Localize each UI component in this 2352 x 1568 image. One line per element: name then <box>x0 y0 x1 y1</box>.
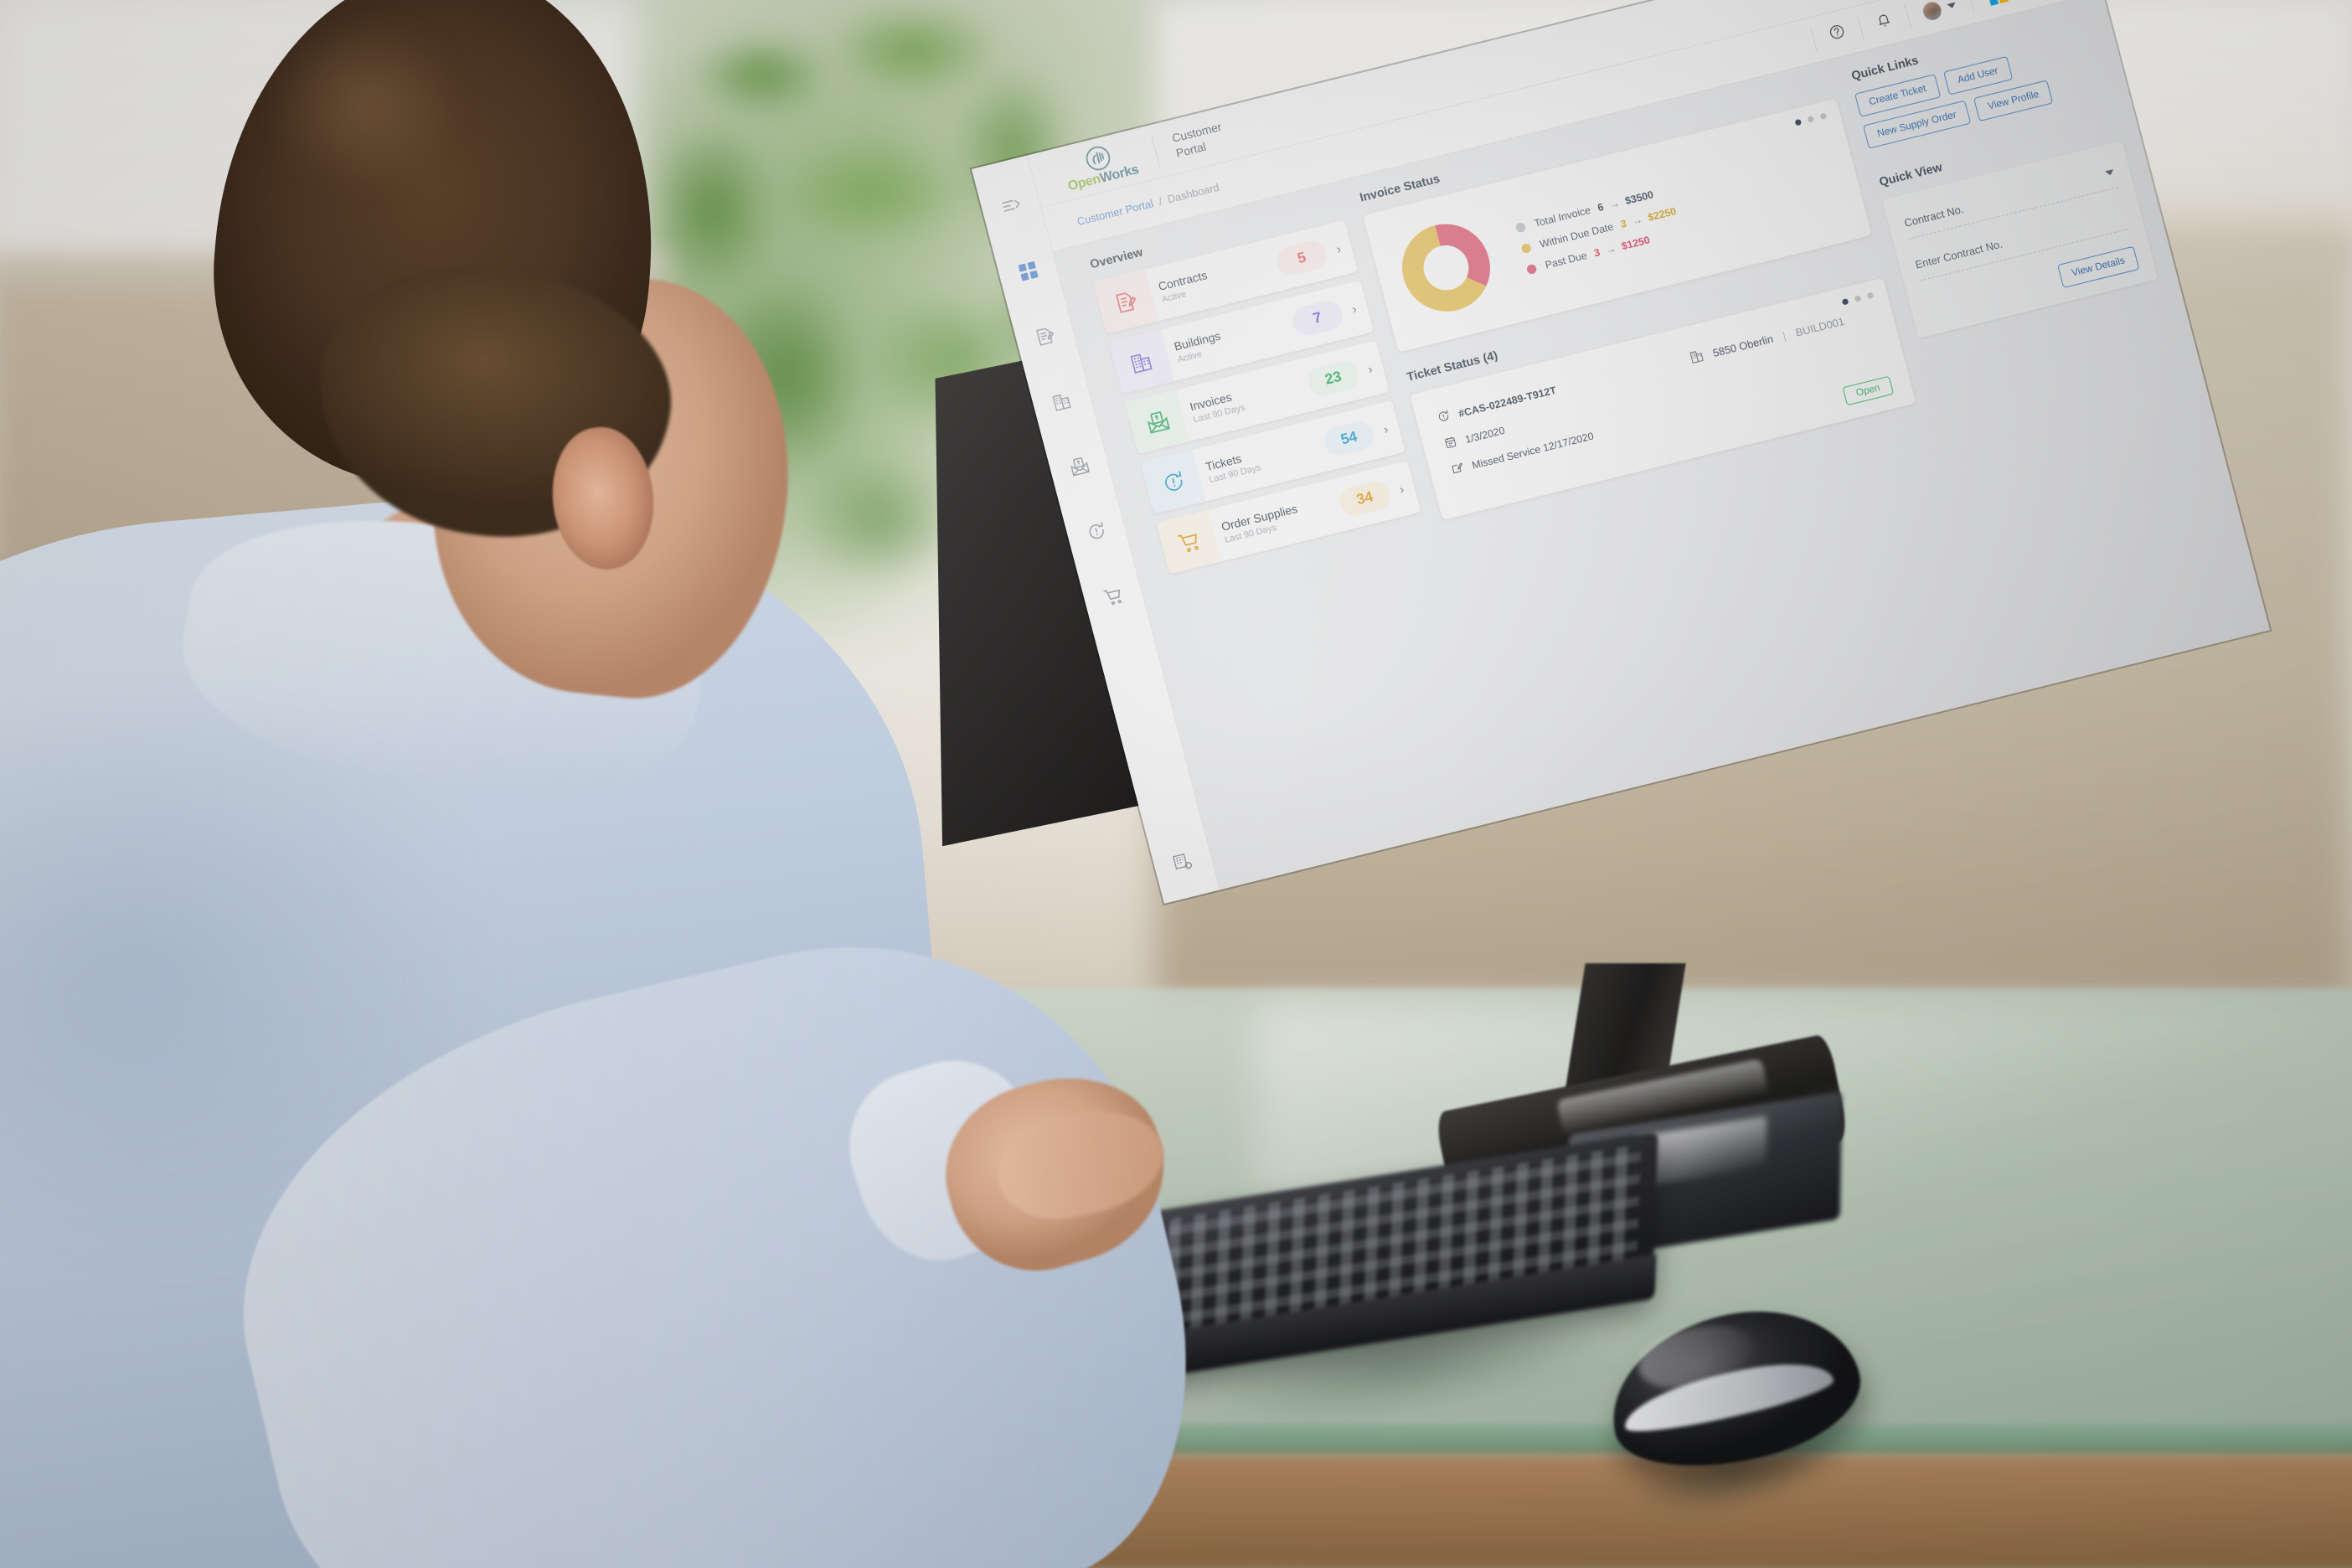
shopping-cart-icon <box>1101 585 1127 613</box>
contract-no-select-label: Contract No. <box>1903 203 1965 230</box>
brand-divider <box>1151 135 1161 168</box>
card-count-badge: 7 <box>1289 297 1346 339</box>
legend-swatch <box>1520 242 1532 254</box>
hamburger-collapse-icon <box>998 194 1024 223</box>
breadcrumb-current: Dashboard <box>1166 181 1221 206</box>
shopping-cart-icon <box>1156 509 1222 575</box>
edit-note-icon <box>1449 460 1466 478</box>
person <box>0 0 1236 1568</box>
customer-portal-app: OpenWorks Customer Portal Customer Porta… <box>972 0 2270 904</box>
card-count-badge: 54 <box>1321 418 1378 459</box>
legend-value: $2250 <box>1646 204 1678 224</box>
card-count-badge: 5 <box>1273 238 1330 279</box>
ticket-alert-icon <box>1436 409 1452 427</box>
arrow-icon: → <box>1607 196 1622 211</box>
photo-scene: OpenWorks Customer Portal Customer Porta… <box>0 0 2352 1568</box>
contract-document-icon <box>1093 269 1159 334</box>
legend-value: $3500 <box>1623 188 1655 208</box>
invoice-envelope-icon <box>1067 455 1092 483</box>
building-code: BUILD001 <box>1794 315 1846 339</box>
ticket-alert-icon <box>1140 449 1206 514</box>
building-name: 5850 Oberlin <box>1711 333 1775 360</box>
chevron-right-icon[interactable]: › <box>1324 239 1353 259</box>
card-count-badge: 23 <box>1305 358 1362 399</box>
building-separator: | <box>1781 329 1787 343</box>
help-button[interactable] <box>1810 15 1865 53</box>
status-badge: Open <box>1842 375 1895 406</box>
calendar-icon <box>1442 435 1459 453</box>
building-icon <box>1108 329 1175 395</box>
monitor-screen-area: OpenWorks Customer Portal Customer Porta… <box>928 0 2270 1055</box>
hair-highlight <box>243 8 519 285</box>
legend-label: Total Invoice <box>1533 204 1592 230</box>
invoice-envelope-icon <box>1124 389 1190 455</box>
legend-count: 3 <box>1592 245 1602 260</box>
avatar <box>1921 0 1943 22</box>
dashboard-grid-icon <box>1016 260 1041 288</box>
breadcrumb-root-link[interactable]: Customer Portal <box>1075 198 1154 228</box>
chevron-right-icon[interactable]: › <box>1371 419 1400 439</box>
notification-bell-icon <box>1874 10 1895 34</box>
breadcrumb-separator: / <box>1157 195 1163 209</box>
add-user-button[interactable]: Add User <box>1942 56 2014 95</box>
chevron-right-icon[interactable]: › <box>1356 359 1385 379</box>
card-count-badge: 34 <box>1336 477 1393 519</box>
contract-no-input-placeholder: Enter Contract No. <box>1914 238 2004 271</box>
building-icon <box>1050 389 1075 418</box>
screen-surface: OpenWorks Customer Portal Customer Porta… <box>972 0 2270 904</box>
contract-document-icon <box>1033 324 1058 353</box>
ticket-alert-icon <box>1084 519 1109 548</box>
settings-gear-icon <box>1171 850 1196 879</box>
legend-count: 3 <box>1619 217 1628 231</box>
arrow-icon: → <box>1630 213 1644 228</box>
building-icon <box>1689 348 1707 368</box>
legend-swatch <box>1525 263 1538 275</box>
legend-label: Past Due <box>1544 249 1589 271</box>
invoice-donut-chart <box>1391 214 1501 322</box>
legend-swatch <box>1514 221 1527 233</box>
user-menu[interactable] <box>1904 0 1974 29</box>
arrow-icon: → <box>1604 242 1617 256</box>
notifications-button[interactable] <box>1857 4 1911 41</box>
openworks-logo[interactable]: OpenWorks <box>1060 137 1140 193</box>
chevron-right-icon[interactable]: › <box>1387 479 1416 499</box>
ticket-date: 1/3/2020 <box>1463 424 1507 446</box>
chevron-down-icon <box>1947 2 1957 10</box>
help-circle-icon <box>1827 22 1848 46</box>
chevron-right-icon[interactable]: › <box>1340 299 1369 319</box>
portal-subtitle: Customer Portal <box>1170 119 1227 162</box>
invoice-legend: Total Invoice 6 → $3500 Within Due Date … <box>1514 184 1683 276</box>
view-details-button[interactable]: View Details <box>2057 245 2140 289</box>
microsoft-logo-icon <box>1986 0 2009 6</box>
overview-card-list: Contracts Active 5 › Buildings Active 7 … <box>1093 219 1421 575</box>
chevron-down-icon <box>2105 169 2115 177</box>
legend-value: $1250 <box>1620 234 1652 253</box>
ticket-building-line: 5850 Oberlin | BUILD001 <box>1689 306 1875 368</box>
legend-count: 6 <box>1596 200 1606 214</box>
logo-text-open: Open <box>1065 171 1102 194</box>
